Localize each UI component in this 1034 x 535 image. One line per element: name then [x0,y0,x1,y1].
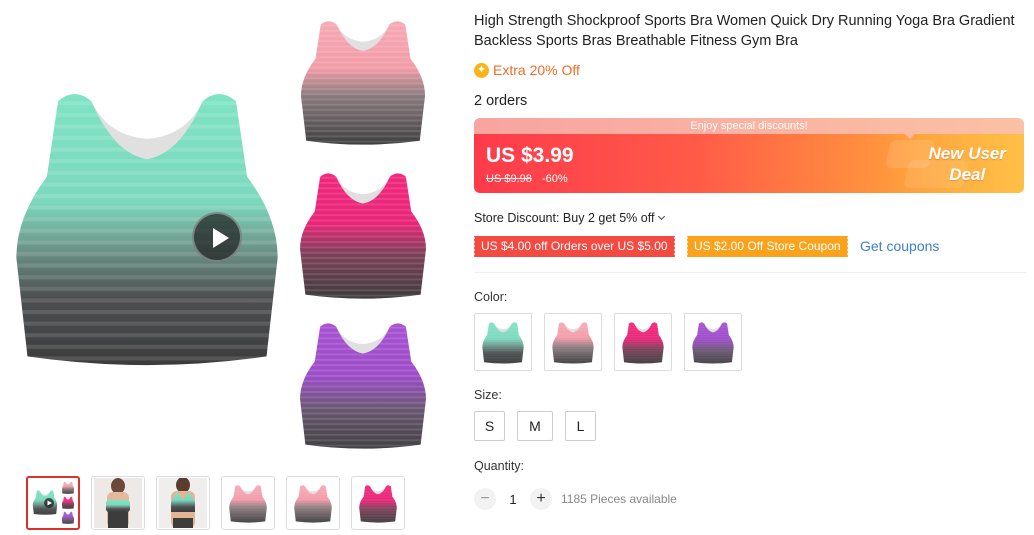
size-option-s[interactable]: S [474,411,505,441]
quantity-value[interactable]: 1 [496,492,530,507]
thumbnail-model-front [94,478,142,528]
quantity-minus-button[interactable]: − [474,488,496,510]
banner-notch [905,134,915,139]
size-options: S M L [474,411,596,441]
pieces-available: 1185 Pieces available [561,492,677,506]
side-image-purple[interactable] [296,316,430,450]
color-swatch-mint[interactable] [474,313,532,371]
orders-count: 2 orders [474,93,528,109]
product-title: High Strength Shockproof Sports Bra Wome… [474,13,1015,49]
size-label: Size: [474,388,502,402]
size-option-m[interactable]: M [517,411,553,441]
deal-line-2: Deal [949,165,986,184]
size-option-l[interactable]: L [565,411,596,441]
chevron-down-icon [658,212,666,221]
extra-discount: ✦ Extra 20% Off [474,62,580,78]
banner-top-strip: Enjoy special discounts! [474,118,1024,134]
thumbnail-3[interactable] [156,476,210,530]
thumbnail-strip [26,476,405,530]
store-discount-dropdown[interactable]: Store Discount: Buy 2 get 5% off [474,211,666,225]
store-discount-text: Store Discount: Buy 2 get 5% off [474,211,655,225]
thumbnail-6[interactable] [351,476,405,530]
discount-percent: -60% [542,173,568,185]
swatch-magenta-image [621,320,665,364]
thumbnail-2[interactable] [91,476,145,530]
quantity-plus-button[interactable]: + [530,488,552,510]
color-label: Color: [474,290,508,304]
side-image-pink[interactable] [296,14,430,146]
coupon-orders-over[interactable]: US $4.00 off Orders over US $5.00 [473,236,675,257]
swatch-pink-image [551,320,595,364]
original-price: US $9.98 [486,173,532,185]
side-image-magenta[interactable] [296,166,430,300]
thumbnail-pink-bra-back [293,483,333,523]
extra-discount-text: Extra 20% Off [493,62,580,78]
thumbnail-collage [29,479,77,527]
main-product-image[interactable] [8,78,286,368]
color-swatch-pink[interactable] [544,313,602,371]
new-user-deal-label: New User Deal [929,143,1006,185]
quantity-label: Quantity: [474,459,525,473]
quantity-stepper: − 1 + 1185 Pieces available [474,488,677,510]
color-swatches [474,313,742,371]
color-swatch-purple[interactable] [684,313,742,371]
current-price: US $3.99 [486,144,574,167]
play-icon[interactable] [192,212,242,262]
swatch-purple-image [691,320,735,364]
thumbnail-4[interactable] [221,476,275,530]
divider [474,272,1026,273]
price-banner: US $3.99 US $9.98 -60% New User Deal [474,134,1024,193]
color-swatch-magenta[interactable] [614,313,672,371]
swatch-mint-image [481,320,525,364]
deal-line-1: New User [928,144,1006,163]
thumbnail-5[interactable] [286,476,340,530]
thumbnail-model-back [159,478,207,528]
coupon-store[interactable]: US $2.00 Off Store Coupon [686,236,848,257]
coin-icon: ✦ [474,62,489,78]
thumbnail-magenta-bra [358,483,398,523]
get-coupons-link[interactable]: Get coupons [860,238,939,254]
thumbnail-1[interactable] [26,476,80,530]
thumbnail-pink-bra [228,483,268,523]
